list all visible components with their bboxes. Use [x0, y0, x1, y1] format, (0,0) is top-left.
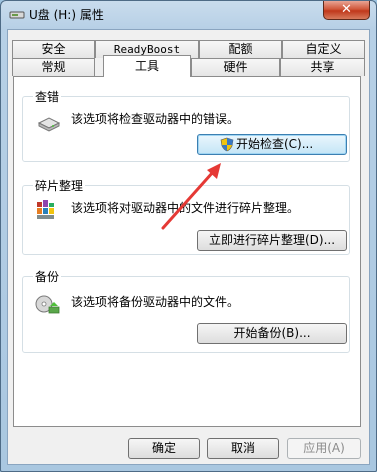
uac-shield-icon: [220, 137, 234, 152]
tab-customize[interactable]: 自定义: [282, 40, 365, 58]
ok-button[interactable]: 确定: [128, 438, 200, 459]
backup-group: 备份 该选项将备份驱动器中的文件。 开始备份(B)...: [22, 268, 350, 353]
apply-button[interactable]: 应用(A): [287, 438, 361, 459]
close-button[interactable]: ✕: [323, 1, 370, 20]
cancel-button[interactable]: 取消: [207, 438, 279, 459]
defragmentation-title: 碎片整理: [33, 177, 86, 194]
error-checking-group: 查错 该选项将检查驱动器中的错误。 开始检查(C)...: [22, 88, 350, 162]
backup-description: 该选项将备份驱动器中的文件。: [71, 295, 240, 309]
start-check-label: 开始检查(C)...: [236, 137, 314, 151]
window-title: U盘 (H:) 属性: [29, 8, 104, 22]
tab-security[interactable]: 安全: [12, 40, 95, 58]
error-checking-description: 该选项将检查驱动器中的错误。: [71, 112, 240, 126]
tab-hardware[interactable]: 硬件: [191, 58, 280, 76]
properties-window: U盘 (H:) 属性 ✕ 安全 ReadyBoost 配额 自定义 常规 工具 …: [0, 0, 377, 472]
tab-sharing[interactable]: 共享: [280, 58, 365, 76]
defragment-icon: [37, 200, 54, 219]
annotation-arrow: [161, 163, 221, 230]
tab-quota[interactable]: 配额: [199, 40, 282, 58]
tools-tab-panel: 查错 该选项将检查驱动器中的错误。 开始检查(C)... 碎片整理 该选项将对驱…: [13, 76, 361, 427]
tab-tools[interactable]: 工具: [103, 55, 191, 77]
backup-icon: [35, 295, 60, 314]
usb-drive-icon: [9, 11, 25, 19]
drive-check-icon: [37, 117, 61, 132]
title-bar[interactable]: U盘 (H:) 属性 ✕: [1, 1, 376, 29]
start-backup-button[interactable]: 开始备份(B)...: [197, 323, 347, 344]
tab-general[interactable]: 常规: [12, 58, 95, 76]
start-check-button[interactable]: 开始检查(C)...: [197, 134, 347, 155]
error-checking-title: 查错: [33, 88, 62, 105]
backup-title: 备份: [33, 268, 62, 285]
